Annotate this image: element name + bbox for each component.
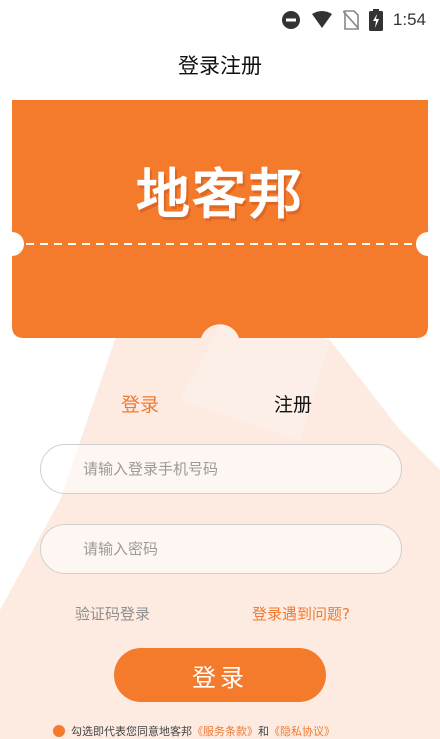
password-input[interactable] (81, 539, 401, 559)
agreement-text: 勾选即代表您同意地客邦 (71, 725, 192, 738)
status-bar: 1:54 (0, 0, 440, 40)
tab-login[interactable]: 登录 (121, 390, 159, 417)
privacy-policy-link[interactable]: 《隐私协议》 (269, 723, 335, 739)
status-time: 1:54 (392, 10, 426, 29)
agree-checkbox[interactable] (53, 725, 65, 737)
battery-charging-icon (368, 9, 383, 31)
code-login-link[interactable]: 验证码登录 (75, 603, 150, 624)
phone-input[interactable] (81, 459, 401, 479)
agreement-row: 勾选即代表您同意地客邦 《服务条款》 和 《隐私协议》 (53, 723, 335, 739)
login-button[interactable]: 登录 (114, 648, 326, 702)
service-terms-link[interactable]: 《服务条款》 (192, 723, 258, 739)
wifi-icon (311, 11, 333, 29)
password-input-wrapper (40, 524, 402, 574)
status-icons: 1:54 (281, 8, 426, 32)
tab-register[interactable]: 注册 (274, 390, 312, 417)
phone-input-wrapper (40, 444, 402, 494)
login-problem-link[interactable]: 登录遇到问题? (252, 603, 350, 624)
no-sim-icon (342, 10, 359, 30)
do-not-disturb-icon (281, 10, 301, 30)
page-title: 登录注册 (178, 54, 262, 78)
brand-logo: 地客邦 (136, 163, 304, 226)
agreement-connector: 和 (258, 725, 269, 738)
